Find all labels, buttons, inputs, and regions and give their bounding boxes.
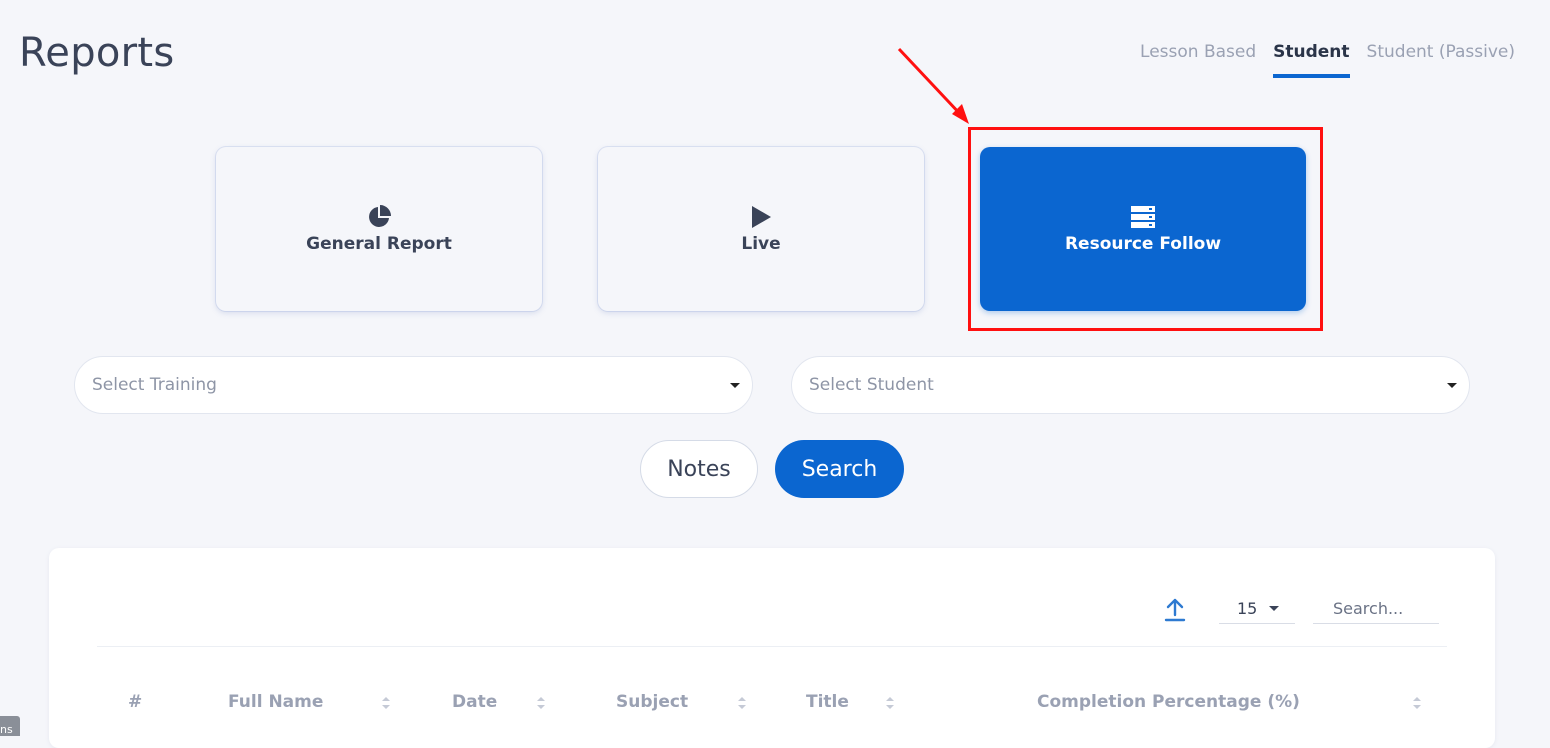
search-button[interactable]: Search — [775, 440, 904, 498]
column-header-subject[interactable]: Subject — [616, 692, 688, 712]
corner-tag: ns — [0, 716, 20, 736]
column-header-date[interactable]: Date — [452, 692, 497, 712]
caret-down-icon — [1447, 383, 1457, 388]
results-panel: 15 # Full Name Date Subject Title Comple… — [49, 548, 1495, 748]
tab-student-passive[interactable]: Student (Passive) — [1367, 42, 1515, 78]
notes-button[interactable]: Notes — [640, 440, 758, 498]
pie-chart-icon — [369, 205, 391, 227]
card-live[interactable]: Live — [598, 147, 924, 311]
card-label: Live — [741, 234, 781, 254]
select-student[interactable]: Select Student — [791, 356, 1470, 414]
card-label: Resource Follow — [1064, 234, 1222, 254]
select-training[interactable]: Select Training — [74, 356, 753, 414]
page-size-value: 15 — [1237, 599, 1258, 618]
sort-icon[interactable] — [1413, 697, 1421, 711]
column-header-full-name[interactable]: Full Name — [228, 692, 323, 712]
divider — [97, 646, 1447, 647]
select-training-placeholder: Select Training — [92, 375, 217, 395]
sort-icon[interactable] — [382, 697, 390, 711]
card-resource-follow[interactable]: Resource Follow — [980, 147, 1306, 311]
server-icon — [1131, 206, 1155, 228]
table-search-input[interactable] — [1313, 594, 1439, 624]
annotation-arrow-icon — [897, 47, 969, 124]
upload-icon[interactable] — [1164, 598, 1186, 622]
select-student-placeholder: Select Student — [809, 375, 934, 395]
card-general-report[interactable]: General Report — [216, 147, 542, 311]
page-size-select[interactable]: 15 — [1219, 594, 1295, 624]
card-label: General Report — [306, 234, 452, 254]
column-header-completion[interactable]: Completion Percentage (%) — [1037, 692, 1300, 712]
column-header-title[interactable]: Title — [806, 692, 849, 712]
caret-down-icon — [730, 383, 740, 388]
caret-down-icon — [1269, 606, 1280, 611]
page-title: Reports — [19, 30, 175, 76]
play-icon — [752, 206, 771, 228]
sort-icon[interactable] — [886, 697, 894, 711]
tab-student[interactable]: Student — [1273, 42, 1350, 78]
report-tabs: Lesson Based Student Student (Passive) — [1140, 42, 1515, 78]
sort-icon[interactable] — [738, 697, 746, 711]
column-header-index[interactable]: # — [128, 692, 142, 712]
sort-icon[interactable] — [537, 697, 545, 711]
tab-lesson-based[interactable]: Lesson Based — [1140, 42, 1256, 78]
